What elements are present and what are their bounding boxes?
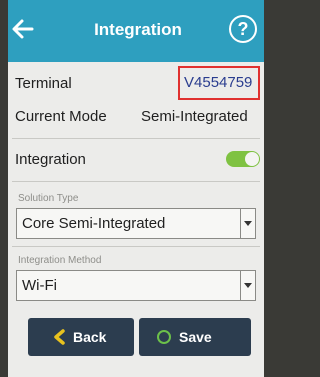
arrow-left-icon[interactable] — [10, 16, 36, 42]
chevron-left-icon — [54, 329, 65, 345]
terminal-label: Terminal — [15, 75, 72, 92]
solution-type-value: Core Semi-Integrated — [22, 215, 166, 232]
integration-method-select[interactable]: Wi-Fi — [16, 270, 256, 301]
save-button[interactable]: Save — [139, 318, 251, 356]
dropdown-button[interactable] — [240, 209, 255, 238]
header-bar: Integration ? — [8, 0, 264, 62]
divider — [12, 138, 260, 139]
terminal-value: V4554759 — [184, 74, 253, 91]
integration-method-label: Integration Method — [18, 255, 102, 266]
current-mode-label: Current Mode — [15, 108, 107, 125]
divider — [12, 246, 260, 247]
integration-method-value: Wi-Fi — [22, 277, 57, 294]
back-button-label: Back — [73, 329, 107, 345]
integration-label: Integration — [15, 151, 86, 168]
integration-toggle[interactable] — [226, 151, 260, 167]
current-mode-value: Semi-Integrated — [141, 108, 248, 125]
chevron-down-icon — [244, 221, 252, 226]
back-button[interactable]: Back — [28, 318, 134, 356]
circle-icon — [157, 330, 171, 344]
integration-screen: Integration ? Terminal V4554759 Current … — [8, 0, 264, 377]
dropdown-button[interactable] — [240, 271, 255, 300]
page-title: Integration — [94, 20, 182, 39]
chevron-down-icon — [244, 283, 252, 288]
help-button[interactable]: ? — [229, 15, 257, 43]
toggle-knob — [245, 152, 259, 166]
solution-type-label: Solution Type — [18, 193, 79, 204]
divider — [12, 181, 260, 182]
solution-type-select[interactable]: Core Semi-Integrated — [16, 208, 256, 239]
save-button-label: Save — [179, 329, 212, 345]
